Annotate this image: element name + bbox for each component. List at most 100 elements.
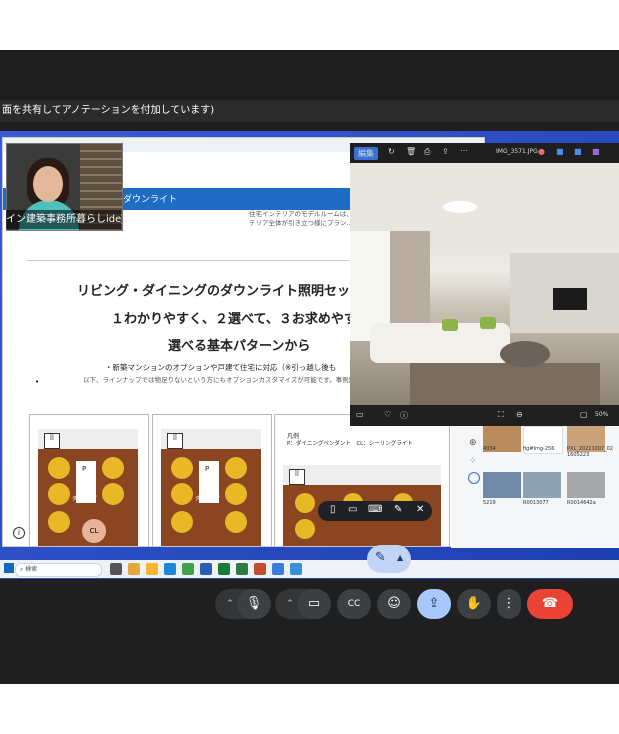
downlight-icon: [48, 483, 70, 505]
raise-hand-button[interactable]: ✋: [457, 589, 491, 619]
file-thumbnail[interactable]: [483, 472, 521, 498]
photo-cushion: [442, 319, 458, 331]
document-bullet-1: ・新築マンションのオプションや戸建て住宅に対応（※引っ越し後も: [105, 363, 337, 372]
annotation-toggle-button[interactable]: ✎ ▲: [367, 545, 411, 573]
zoom-out-icon[interactable]: ⊖: [516, 410, 523, 419]
dining-label: ダイニング: [72, 496, 98, 502]
face-icon[interactable]: [468, 472, 480, 484]
downlight-icon: [102, 457, 124, 479]
floorplan-1: ⠿ P ダイニング CL: [38, 429, 138, 546]
app-icon[interactable]: [254, 563, 266, 575]
delete-icon[interactable]: 🗑: [406, 147, 416, 156]
file-label: 5219: [483, 500, 496, 506]
search-icon: ⌕: [20, 566, 24, 573]
network-icon[interactable]: ⊕: [469, 438, 477, 448]
floorplan-2: ⠿ P ダイニング: [161, 429, 261, 546]
app-icon[interactable]: ■: [592, 147, 600, 156]
excel-icon[interactable]: [218, 563, 230, 575]
fit-screen-icon[interactable]: ⛶: [498, 410, 504, 420]
file-label: R0013077: [523, 500, 549, 506]
zoom-box-icon[interactable]: ▢: [580, 410, 588, 419]
rotate-icon[interactable]: ↻: [388, 147, 395, 156]
captions-label: CC: [347, 599, 361, 609]
taskview-icon[interactable]: [110, 563, 122, 575]
downlight-icon: [295, 519, 315, 539]
viewer-filename: IMG_3571.JPG: [496, 148, 538, 155]
document-heading-2: １わかりやすく、２選べて、３お求めやす: [111, 312, 357, 327]
favorite-icon[interactable]: ♡: [384, 410, 391, 419]
participant-name: イン建築事務所暮らしide: [6, 210, 121, 229]
present-button[interactable]: ⇪: [417, 589, 451, 619]
leave-call-button[interactable]: ☎: [527, 589, 573, 619]
stove-icon: ⠿: [289, 469, 305, 485]
annotation-floating-toolbar: ▯ ▭ ⌨ ✎ ✕: [318, 501, 432, 521]
hand-icon: ✋: [465, 596, 483, 611]
photo-rug: [410, 363, 600, 405]
document-header-label: ダウンライト: [123, 195, 178, 205]
folder-icon[interactable]: [146, 563, 158, 575]
file-explorer-icon[interactable]: [128, 563, 140, 575]
downlight-icon: [102, 483, 124, 505]
grid-icon[interactable]: ⁘: [469, 456, 477, 466]
ceiling-light: CL: [82, 519, 106, 543]
leave-call-icon: ☎: [541, 596, 559, 611]
app-icon[interactable]: ●: [538, 147, 545, 156]
file-label: PXL_20211007_02 1605223: [567, 446, 614, 458]
file-label: 4034: [483, 446, 496, 452]
emoji-button[interactable]: ☺: [377, 589, 411, 619]
camera-button[interactable]: ▭: [297, 589, 331, 619]
app-icon[interactable]: ■: [574, 147, 582, 156]
start-icon[interactable]: [4, 563, 14, 573]
app-icon[interactable]: ■: [556, 147, 564, 156]
ceiling-light-label: CL: [89, 527, 99, 535]
info-icon[interactable]: i: [13, 527, 25, 539]
edge-icon[interactable]: [164, 563, 176, 575]
more-icon[interactable]: ⋯: [460, 146, 468, 155]
app-icon[interactable]: [272, 563, 284, 575]
screen-share-banner: 面を共有してアノテーションを付加しています): [0, 100, 619, 122]
emoji-icon: ☺: [387, 596, 401, 611]
file-thumbnail[interactable]: [523, 472, 561, 498]
tablet-icon[interactable]: ▭: [348, 504, 357, 515]
file-label: R0014642a: [567, 500, 596, 506]
taskbar-search[interactable]: ⌕ 検索: [15, 563, 102, 577]
file-label: fig#Img-256: [523, 446, 555, 452]
stove-icon: ⠿: [44, 433, 60, 449]
pendant-label: P: [205, 465, 210, 473]
chrome-icon[interactable]: [182, 563, 194, 575]
mic-button[interactable]: 🎙: [237, 589, 271, 619]
downlight-icon: [225, 457, 247, 479]
downlight-icon: [171, 511, 193, 533]
gallery-icon[interactable]: ▭: [356, 410, 364, 419]
camera-icon: ▭: [307, 596, 321, 611]
downlight-icon: [48, 457, 70, 479]
photo-sofa: [370, 323, 510, 363]
pendant-label: P: [82, 465, 87, 473]
photo-tv: [553, 288, 587, 310]
print-icon[interactable]: ⎙: [424, 147, 430, 157]
floorplan-card-1: ⠿ P ダイニング CL: [29, 414, 149, 546]
more-options-button[interactable]: ⋮: [497, 589, 521, 619]
document-heading-3: 選べる基本パターンから: [168, 339, 311, 354]
living-room-photo: [350, 163, 619, 405]
captions-button[interactable]: CC: [337, 589, 371, 619]
downlight-icon: [171, 457, 193, 479]
zoom-level: 50%: [595, 411, 609, 418]
mic-icon: 🎙: [245, 596, 263, 611]
dining-label: ダイニング: [195, 496, 221, 502]
phone-icon[interactable]: ▯: [330, 504, 336, 515]
file-thumbnail[interactable]: [567, 472, 605, 498]
store-icon[interactable]: [200, 563, 212, 575]
comment-icon[interactable]: ✎: [394, 504, 402, 515]
app-icon[interactable]: [236, 563, 248, 575]
more-icon: ⋮: [502, 596, 516, 611]
edit-button[interactable]: 編集: [354, 147, 378, 160]
info-icon[interactable]: ⓘ: [400, 410, 408, 421]
stove-icon: ⠿: [167, 433, 183, 449]
share-icon[interactable]: ⇪: [442, 147, 449, 156]
photo-ceiling-light: [443, 201, 477, 213]
legend-text: P：ダイニングペンダント CL：シーリングライト: [287, 441, 413, 447]
close-icon[interactable]: ✕: [416, 504, 424, 515]
laptop-icon[interactable]: ⌨: [368, 504, 382, 515]
photos-icon[interactable]: [290, 563, 302, 575]
